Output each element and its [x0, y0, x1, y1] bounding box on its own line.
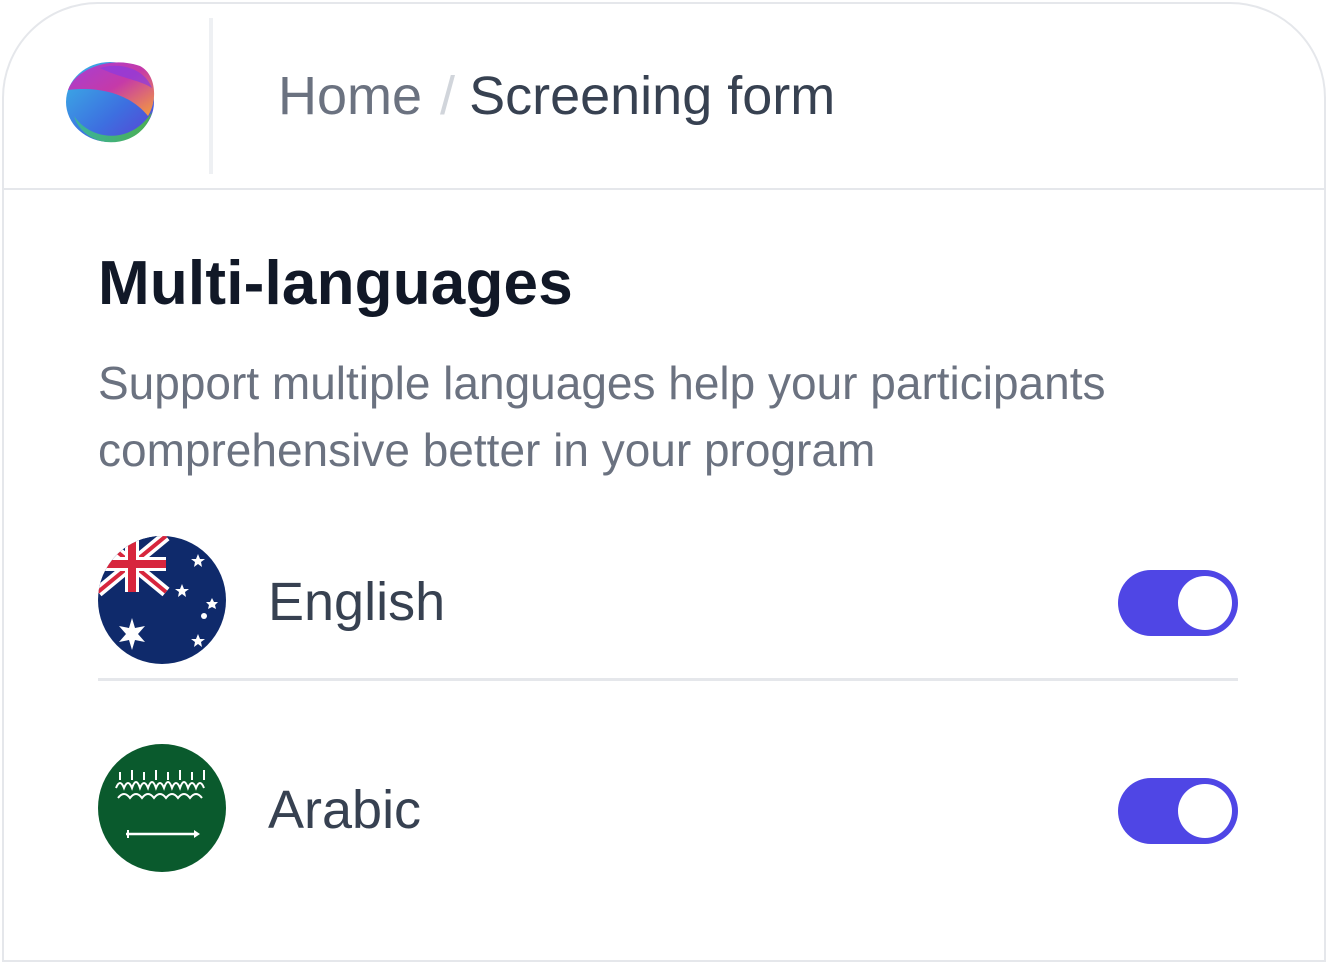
language-label-english: English: [268, 572, 446, 632]
app-frame: Home / Screening form Multi-languages Su…: [2, 2, 1326, 962]
breadcrumb-home-link[interactable]: Home: [278, 65, 422, 127]
section-title: Multi-languages: [98, 249, 573, 318]
language-row-arabic: Arabic: [98, 744, 1238, 876]
toggle-knob: [1178, 784, 1232, 838]
app-logo-icon[interactable]: [60, 60, 156, 144]
section-description: Support multiple languages help your par…: [98, 357, 1106, 476]
row-divider: [98, 678, 1238, 681]
breadcrumb-separator: /: [440, 66, 456, 126]
arabic-toggle[interactable]: [1118, 778, 1238, 844]
language-label-arabic: Arabic: [268, 780, 422, 840]
australia-flag-icon: [98, 536, 226, 664]
top-header: Home / Screening form: [4, 4, 1324, 190]
breadcrumb-current-page: Screening form: [469, 66, 836, 126]
language-row-english: English: [98, 536, 1238, 668]
english-toggle[interactable]: [1118, 570, 1238, 636]
breadcrumb: Home / Screening form: [278, 60, 835, 132]
toggle-knob: [1178, 576, 1232, 630]
saudi-arabia-flag-icon: [98, 744, 226, 872]
header-divider: [209, 18, 213, 174]
